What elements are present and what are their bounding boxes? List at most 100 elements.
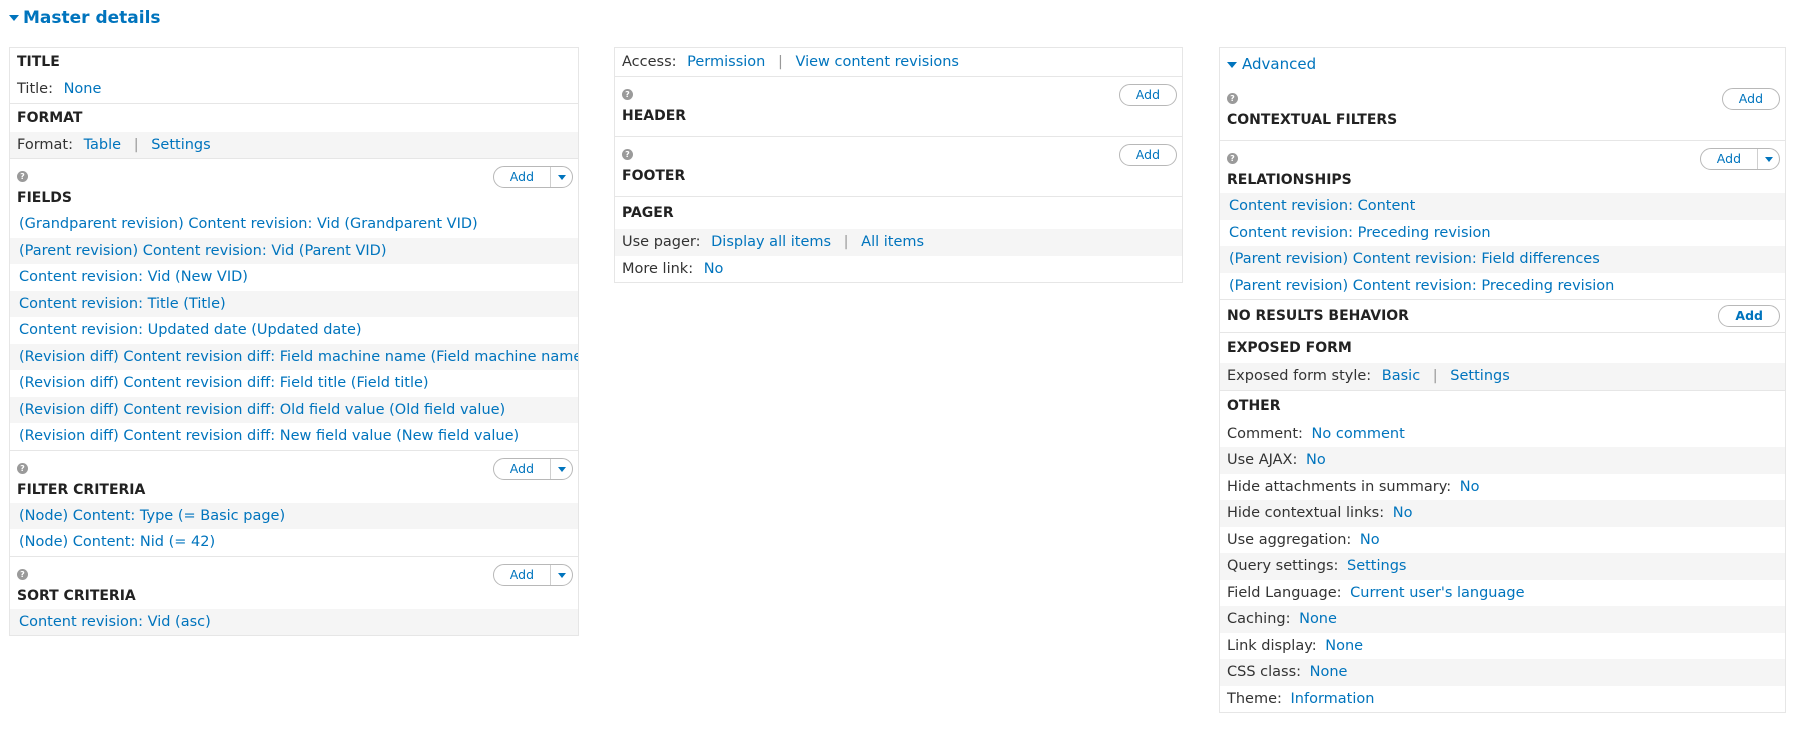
- other-label: Hide contextual links:: [1227, 505, 1385, 521]
- header-add-button[interactable]: Add: [1118, 84, 1177, 106]
- other-value-link[interactable]: None: [1299, 611, 1337, 627]
- field-link-8[interactable]: (Revision diff) Content revision diff: O…: [19, 402, 505, 418]
- help-icon[interactable]: ?: [17, 171, 28, 182]
- exposed-heading: EXPOSED FORM: [1227, 340, 1352, 356]
- filters-add-button[interactable]: Add: [492, 457, 573, 480]
- more-link-label: More link:: [622, 260, 694, 277]
- access-value-link[interactable]: Permission: [687, 54, 765, 70]
- exposed-label: Exposed form style:: [1227, 368, 1372, 384]
- field-link-3[interactable]: Content revision: Vid (New VID): [19, 269, 248, 285]
- other-value-link[interactable]: None: [1310, 664, 1348, 680]
- field-link-9[interactable]: (Revision diff) Content revision diff: N…: [19, 428, 519, 444]
- field-link-6[interactable]: (Revision diff) Content revision diff: F…: [19, 349, 578, 365]
- other-value-link[interactable]: No: [1393, 505, 1413, 521]
- no-results-add-label[interactable]: Add: [1719, 306, 1779, 326]
- advanced-label[interactable]: Advanced: [1242, 48, 1316, 81]
- other-row: Query settings: Settings: [1220, 553, 1785, 580]
- relationships-add-label[interactable]: Add: [1701, 149, 1757, 169]
- footer-help-row: ? Add: [615, 137, 1182, 166]
- fields-add-label[interactable]: Add: [494, 167, 550, 187]
- column-main: TITLE Title: None FORMAT Format: Table |…: [9, 47, 579, 636]
- column-middle: Access: Permission | View content revisi…: [614, 47, 1183, 283]
- format-heading: FORMAT: [17, 109, 83, 126]
- chevron-down-icon[interactable]: [550, 564, 572, 585]
- relationships-add-button[interactable]: Add: [1699, 148, 1780, 170]
- fields-add-button[interactable]: Add: [492, 166, 573, 188]
- field-link-7[interactable]: (Revision diff) Content revision diff: F…: [19, 375, 429, 391]
- advanced-toggle[interactable]: Advanced: [1220, 48, 1785, 81]
- column-advanced: Advanced ? Add CONTEXTUAL FILTERS ? Add …: [1219, 47, 1786, 713]
- format-value-link[interactable]: Table: [84, 137, 122, 153]
- pager-heading: PAGER: [622, 205, 674, 221]
- filters-add-label[interactable]: Add: [494, 459, 550, 479]
- exposed-value-link[interactable]: Basic: [1382, 368, 1420, 384]
- use-pager-value-link[interactable]: Display all items: [711, 234, 831, 250]
- help-icon[interactable]: ?: [17, 568, 28, 580]
- separator: |: [777, 54, 783, 70]
- other-row: Hide attachments in summary: No: [1220, 474, 1785, 501]
- sort-link-1[interactable]: Content revision: Vid (asc): [19, 614, 211, 630]
- footer-add-label[interactable]: Add: [1120, 145, 1176, 165]
- filter-link-2[interactable]: (Node) Content: Nid (= 42): [19, 534, 215, 550]
- other-value-link[interactable]: Information: [1291, 691, 1375, 707]
- format-settings-link[interactable]: Settings: [151, 137, 210, 153]
- other-value-link[interactable]: No: [1306, 452, 1326, 468]
- other-row: Hide contextual links: No: [1220, 500, 1785, 527]
- other-label: Field Language:: [1227, 584, 1342, 601]
- no-results-section: NO RESULTS BEHAVIOR Add: [1220, 300, 1785, 333]
- other-value-link[interactable]: None: [1325, 638, 1363, 654]
- other-value-link[interactable]: No: [1460, 479, 1480, 495]
- caret-down-icon: [1227, 61, 1237, 68]
- field-link-5[interactable]: Content revision: Updated date (Updated …: [19, 322, 362, 338]
- contextual-add-label[interactable]: Add: [1723, 89, 1779, 109]
- field-link-1[interactable]: (Grandparent revision) Content revision:…: [19, 216, 478, 232]
- help-icon[interactable]: ?: [17, 462, 28, 474]
- access-row: Access: Permission | View content revisi…: [615, 48, 1182, 76]
- other-value-link[interactable]: Settings: [1347, 558, 1406, 574]
- relationship-link-1[interactable]: Content revision: Content: [1229, 198, 1415, 214]
- use-pager-row: Use pager: Display all items | All items: [615, 229, 1182, 256]
- other-value-link[interactable]: Current user's language: [1350, 585, 1524, 601]
- no-results-add-button[interactable]: Add: [1718, 305, 1780, 327]
- filters-section: ? Add FILTER CRITERIA (Node) Content: Ty…: [10, 451, 578, 557]
- help-icon[interactable]: ?: [1227, 153, 1238, 164]
- footer-add-button[interactable]: Add: [1118, 144, 1177, 166]
- fields-help-row: ? Add: [10, 159, 578, 188]
- chevron-down-icon[interactable]: [1757, 149, 1779, 169]
- help-icon[interactable]: ?: [622, 149, 633, 160]
- access-value2-link[interactable]: View content revisions: [795, 54, 959, 70]
- header-add-label[interactable]: Add: [1120, 85, 1176, 105]
- other-row: CSS class: None: [1220, 659, 1785, 686]
- footer-heading: FOOTER: [622, 168, 686, 184]
- field-link-2[interactable]: (Parent revision) Content revision: Vid …: [19, 243, 387, 259]
- sorts-add-button[interactable]: Add: [492, 563, 573, 586]
- exposed-settings-link[interactable]: Settings: [1450, 368, 1509, 384]
- help-icon[interactable]: ?: [622, 89, 633, 100]
- master-details-toggle[interactable]: Master details: [9, 8, 161, 28]
- other-label: Link display:: [1227, 637, 1317, 654]
- use-pager-value2-link[interactable]: All items: [861, 234, 924, 250]
- chevron-down-icon[interactable]: [550, 458, 572, 479]
- more-link-row: More link: No: [615, 256, 1182, 283]
- other-label: Query settings:: [1227, 558, 1339, 574]
- no-results-heading-row: NO RESULTS BEHAVIOR Add: [1220, 300, 1785, 332]
- other-value-link[interactable]: No comment: [1312, 426, 1405, 442]
- sorts-add-label[interactable]: Add: [494, 565, 550, 585]
- filters-help-row: ? Add: [10, 451, 578, 480]
- title-value-link[interactable]: None: [64, 81, 102, 97]
- other-value-link[interactable]: No: [1360, 532, 1380, 548]
- fields-section: ? Add FIELDS (Grandparent revision) Cont…: [10, 159, 578, 451]
- relationship-link-3[interactable]: (Parent revision) Content revision: Fiel…: [1229, 251, 1600, 267]
- format-label: Format:: [17, 136, 73, 153]
- help-icon[interactable]: ?: [1227, 93, 1238, 104]
- other-label: Use aggregation:: [1227, 531, 1352, 548]
- separator: |: [1432, 368, 1438, 384]
- relationship-link-2[interactable]: Content revision: Preceding revision: [1229, 225, 1491, 241]
- relationship-link-4[interactable]: (Parent revision) Content revision: Prec…: [1229, 278, 1614, 294]
- access-label: Access:: [622, 54, 677, 70]
- chevron-down-icon[interactable]: [550, 167, 572, 187]
- contextual-add-button[interactable]: Add: [1721, 88, 1780, 110]
- more-link-value-link[interactable]: No: [704, 261, 724, 277]
- field-link-4[interactable]: Content revision: Title (Title): [19, 296, 226, 312]
- filter-link-1[interactable]: (Node) Content: Type (= Basic page): [19, 508, 285, 524]
